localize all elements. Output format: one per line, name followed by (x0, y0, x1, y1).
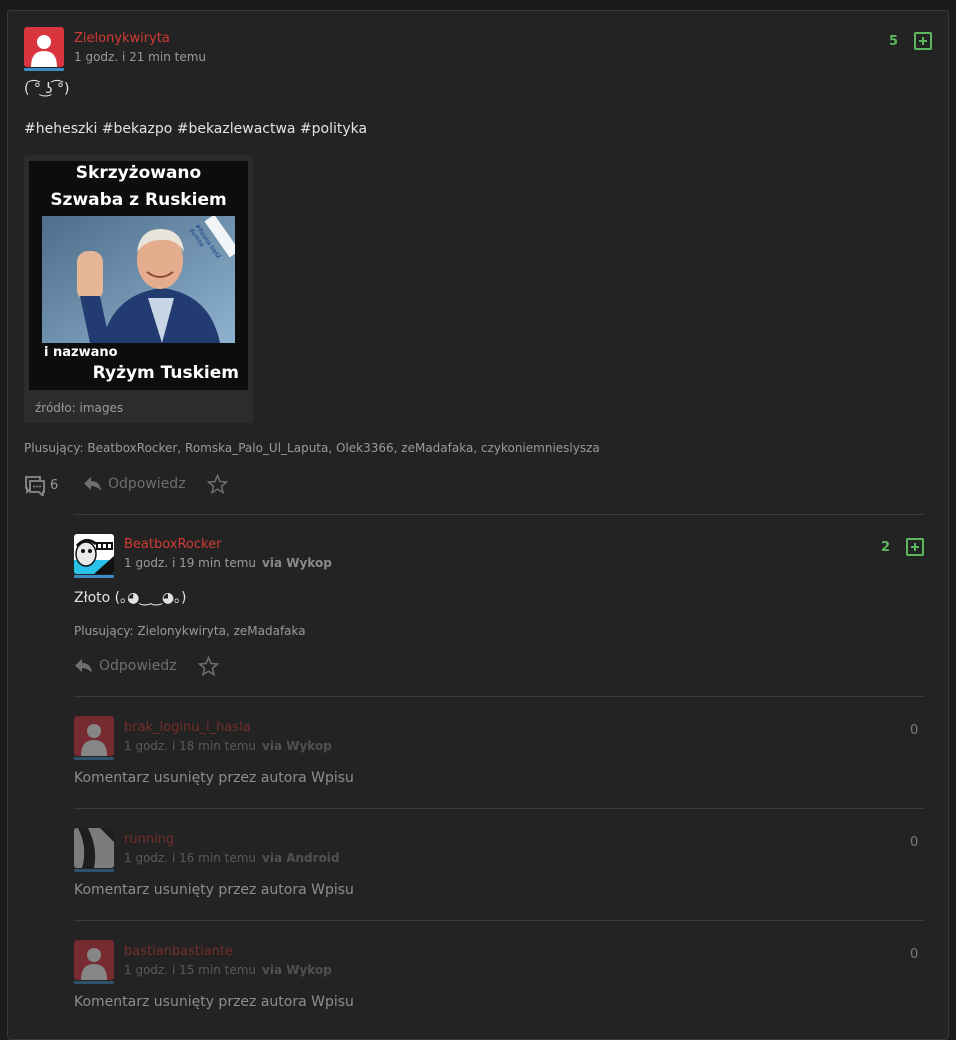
comment-meta: 1 godz. i 15 min temu via Wykop (124, 963, 332, 977)
comment-plusers: Plusujący: Zielonykwiryta, zeMadafaka (74, 624, 306, 638)
comment-body-text: Złoto (｡◕‿‿◕｡) (74, 590, 187, 606)
plusers-label: Plusujący: (74, 624, 134, 638)
comment-vote-count: 2 (880, 540, 890, 555)
divider (74, 920, 924, 921)
pluser-link[interactable]: zeMadafaka (401, 441, 473, 455)
reply-icon[interactable] (83, 476, 102, 492)
user-placeholder-icon (81, 948, 107, 980)
comment-author-link[interactable]: running (124, 832, 174, 847)
comment-timestamp[interactable]: 1 godz. i 18 min temu (124, 739, 256, 753)
pluser-link[interactable]: Romska_Palo_Ul_Laputa (185, 441, 328, 455)
avatar-underline (74, 757, 114, 760)
avatar-underline (74, 575, 114, 578)
user-placeholder-icon (31, 35, 57, 67)
meme-caption-bottom1: i nazwano (44, 345, 118, 360)
comment-author-link[interactable]: BeatboxRocker (124, 537, 221, 552)
comment-avatar[interactable] (74, 940, 114, 980)
avatar-underline (74, 869, 114, 872)
avatar-underline (24, 68, 64, 71)
favorite-star-icon[interactable] (198, 656, 219, 676)
comment-vote-count: 0 (910, 723, 919, 738)
comment-timestamp[interactable]: 1 godz. i 19 min temu (124, 556, 256, 570)
pluser-link[interactable]: czykoniemnieslysza (481, 441, 600, 455)
post-tags[interactable]: #heheszki #bekazpo #bekazlewactwa #polit… (24, 121, 367, 137)
comment-vote-count: 0 (910, 835, 919, 850)
favorite-star-icon[interactable] (207, 474, 228, 494)
pluser-link[interactable]: Zielonykwiryta (137, 624, 226, 638)
divider (74, 808, 924, 809)
comment-author-link[interactable]: brak_loginu_i_hasla (124, 720, 251, 735)
comment-meta: 1 godz. i 19 min temu via Wykop (124, 556, 332, 570)
comment-avatar[interactable] (74, 828, 114, 868)
author-avatar[interactable] (24, 27, 64, 67)
meme-caption-bottom2: Ryżym Tuskiem (92, 363, 239, 383)
plusers-label: Plusujący: (24, 441, 84, 455)
meme-image[interactable]: Skrzyżowano Szwaba z Ruskiem #Polska bąd… (29, 161, 248, 390)
deleted-comment-text: Komentarz usunięty przez autora Wpisu (74, 882, 354, 898)
upvote-plus-icon[interactable] (914, 32, 932, 50)
comment-timestamp[interactable]: 1 godz. i 16 min temu (124, 851, 256, 865)
reply-button[interactable]: Odpowiedz (108, 476, 186, 492)
avatar-image (74, 828, 114, 868)
divider (74, 514, 924, 515)
comment-timestamp[interactable]: 1 godz. i 15 min temu (124, 963, 256, 977)
pluser-link[interactable]: BeatboxRocker (87, 441, 177, 455)
deleted-comment-text: Komentarz usunięty przez autora Wpisu (74, 994, 354, 1010)
comment-via: via Wykop (262, 556, 332, 570)
image-source-label: źródło: images (35, 401, 124, 415)
pluser-link[interactable]: zeMadafaka (234, 624, 306, 638)
comment-via: via Wykop (262, 739, 332, 753)
post-timestamp[interactable]: 1 godz. i 21 min temu (74, 50, 206, 64)
reply-icon[interactable] (74, 658, 93, 674)
post-body-text: ( ͡° ͜ʖ ͡°) (24, 81, 70, 97)
comments-count[interactable]: 6 (50, 478, 58, 493)
comment-via: via Wykop (262, 963, 332, 977)
post-plusers: Plusujący: BeatboxRocker, Romska_Palo_Ul… (24, 441, 600, 455)
post-vote-count: 5 (888, 34, 898, 49)
reply-button[interactable]: Odpowiedz (99, 658, 177, 674)
comment-avatar[interactable] (74, 716, 114, 756)
avatar-underline (74, 981, 114, 984)
comment-meta: 1 godz. i 16 min temu via Android (124, 851, 340, 865)
divider (74, 696, 924, 697)
meme-caption-top1: Skrzyżowano (75, 163, 202, 183)
comment-author-link[interactable]: bastianbastiante (124, 944, 233, 959)
meme-caption-top2: Szwaba z Ruskiem (50, 190, 227, 210)
pluser-link[interactable]: Olek3366 (336, 441, 394, 455)
post-author-link[interactable]: Zielonykwiryta (74, 31, 170, 46)
user-placeholder-icon (81, 724, 107, 756)
avatar-image (74, 534, 114, 574)
comment-via: via Android (262, 851, 340, 865)
comment-vote-count: 0 (910, 947, 919, 962)
deleted-comment-text: Komentarz usunięty przez autora Wpisu (74, 770, 354, 786)
upvote-plus-icon[interactable] (906, 538, 924, 556)
comment-meta: 1 godz. i 18 min temu via Wykop (124, 739, 332, 753)
comments-icon[interactable] (24, 475, 45, 496)
comment-avatar[interactable] (74, 534, 114, 574)
